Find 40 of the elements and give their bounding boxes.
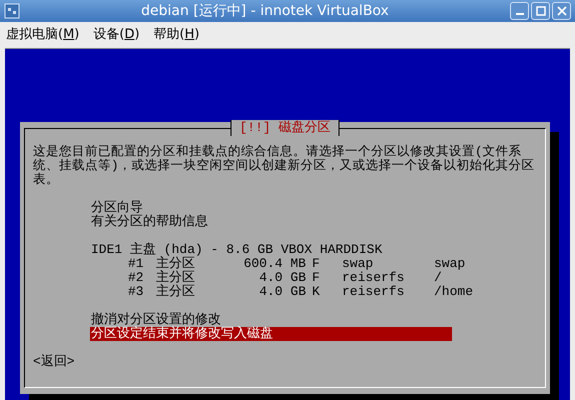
format-flag-label: K — [312, 285, 321, 299]
menu-option[interactable]: 分区向导 — [90, 201, 452, 215]
filesystem: reiserfs — [342, 271, 406, 285]
partition-size: 600.4 MB — [242, 257, 306, 271]
maximize-icon — [534, 5, 546, 17]
partition-type: 主分区 — [156, 285, 196, 299]
partition-entry[interactable]: #1 主分区 600.4 MB F swap swap — [90, 257, 466, 271]
filesystem: reiserfs — [342, 285, 406, 299]
close-button[interactable] — [552, 2, 571, 20]
partition-number: #2 — [128, 271, 145, 285]
partition-number: #3 — [128, 285, 145, 299]
menu-option[interactable]: 撤消对分区设置的修改 — [90, 313, 452, 327]
filesystem: swap — [342, 257, 374, 271]
format-flag-label: F — [312, 257, 321, 271]
partition-entry[interactable]: #2 主分区 4.0 GB F reiserfs / — [90, 271, 442, 285]
dialog-title: [!!] 磁盘分区 — [230, 120, 340, 136]
menu-option[interactable]: 有关分区的帮助信息 — [90, 215, 452, 229]
window-title: debian [运行中] - innotek VirtualBox — [140, 2, 390, 20]
back-button[interactable]: <返回> — [33, 355, 75, 369]
close-icon — [556, 5, 568, 17]
maximize-button[interactable] — [531, 2, 550, 20]
menu-option[interactable]: 分区设定结束并将修改写入磁盘 — [90, 327, 452, 341]
menu-item[interactable]: 虚拟电脑(M) — [6, 25, 80, 43]
minimize-icon — [516, 13, 524, 15]
menu-item[interactable]: 设备(D) — [93, 25, 140, 43]
minimize-button[interactable] — [510, 2, 529, 20]
description-text: 这是您目前已配置的分区和挂载点的综合信息。请选择一个分区以修改其设置(文件系统、挂载点等)，或选择一块空闲空间以创建新分区，又或选择一个设备以初始化其分区表。 — [33, 145, 536, 187]
mount-point: /home — [434, 285, 474, 299]
menu-item[interactable]: 帮助(H) — [154, 25, 200, 43]
partition-number: #1 — [128, 257, 145, 271]
mount-point: swap — [434, 257, 466, 271]
partition-type: 主分区 — [156, 257, 196, 271]
disk-entry[interactable]: IDE1 主盘 (hda) - 8.6 GB VBOX HARDDISK — [90, 243, 452, 257]
partition-entry[interactable]: #3 主分区 4.0 GB K reiserfs /home — [90, 285, 474, 299]
app-icon — [4, 3, 20, 19]
partition-size: 4.0 GB — [258, 285, 306, 299]
partition-type: 主分区 — [156, 271, 196, 285]
partition-size: 4.0 GB — [258, 271, 306, 285]
mount-point: / — [434, 271, 442, 285]
format-flag-label: F — [312, 271, 321, 285]
